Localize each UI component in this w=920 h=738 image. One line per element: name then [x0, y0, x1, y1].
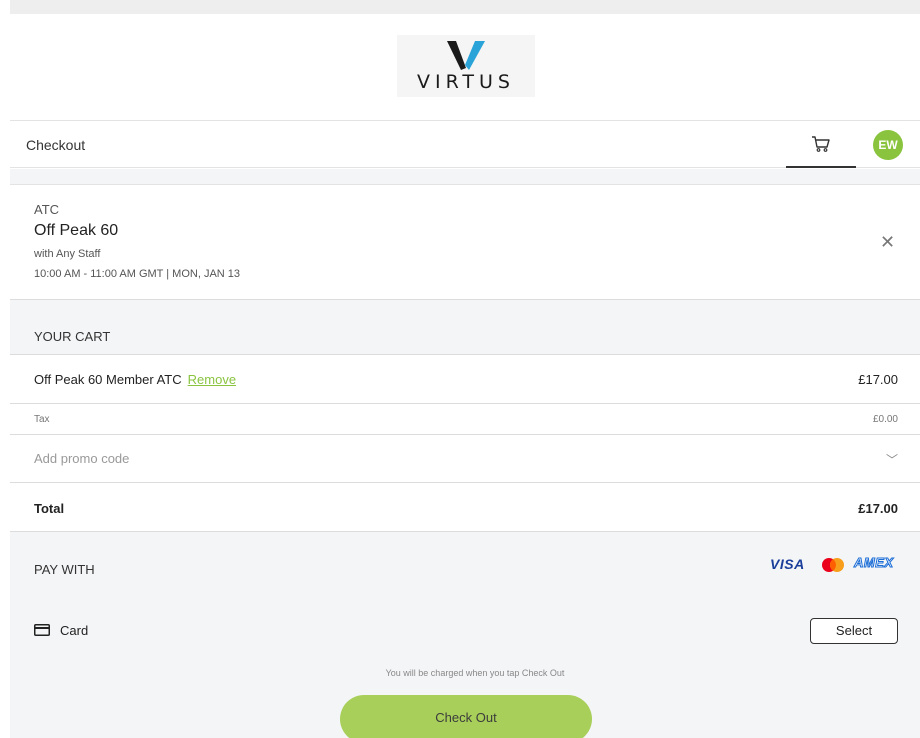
page-title: Checkout [26, 137, 86, 153]
cart-section: YOUR CART Off Peak 60 Member ATC Remove £… [10, 300, 920, 738]
section-divider [10, 169, 920, 185]
appointment-staff: with Any Staff [34, 248, 101, 260]
appointment-location: ATC [34, 202, 60, 217]
logo-text: VIRTUS [417, 71, 515, 93]
promo-code-label: Add promo code [34, 451, 130, 466]
cart-item-label: Off Peak 60 Member ATC Remove [34, 372, 236, 387]
checkout-button[interactable]: Check Out [340, 695, 592, 738]
mastercard-icon [822, 558, 844, 572]
top-strip [10, 0, 920, 14]
total-label: Total [34, 501, 65, 516]
chevron-down-icon: ﹀ [885, 453, 898, 467]
cart-lines: Off Peak 60 Member ATC Remove £17.00 Tax … [10, 354, 920, 532]
remove-item-link[interactable]: Remove [188, 372, 236, 387]
visa-logo: VISA [770, 556, 805, 572]
cart-item-price: £17.00 [858, 372, 898, 387]
appointment-summary: ATC Off Peak 60 with Any Staff 10:00 AM … [10, 185, 920, 300]
cart-item-name: Off Peak 60 Member ATC [34, 372, 182, 387]
tax-row: Tax £0.00 [10, 404, 920, 435]
charge-note: You will be charged when you tap Check O… [385, 668, 565, 678]
checkout-header: Checkout EW [10, 120, 920, 168]
brand-logo: VIRTUS [397, 35, 535, 97]
virtus-v-icon [447, 41, 485, 70]
user-avatar[interactable]: EW [873, 130, 903, 160]
cart-icon [812, 136, 830, 152]
credit-card-icon [34, 624, 50, 636]
close-icon[interactable]: ✕ [880, 232, 895, 253]
appointment-name: Off Peak 60 [34, 222, 119, 239]
appointment-time: 10:00 AM - 11:00 AM GMT | MON, JAN 13 [34, 268, 241, 280]
select-card-button[interactable]: Select [810, 618, 898, 644]
cart-tab[interactable] [786, 121, 856, 168]
promo-code-toggle[interactable]: Add promo code ﹀ [10, 435, 920, 483]
amex-logo: AMEX [854, 555, 894, 571]
cart-heading: YOUR CART [34, 329, 111, 344]
cart-item-row: Off Peak 60 Member ATC Remove £17.00 [10, 355, 920, 404]
total-value: £17.00 [858, 501, 898, 516]
tax-value: £0.00 [872, 414, 898, 425]
pay-with-heading: PAY WITH [34, 562, 95, 577]
tax-label: Tax [34, 414, 50, 425]
total-row: Total £17.00 [10, 483, 920, 532]
checkout-page: VIRTUS Checkout EW ATC Off Peak 60 with … [10, 14, 920, 738]
card-method-label: Card [60, 623, 89, 638]
accepted-cards: VISA AMEX [770, 554, 900, 576]
